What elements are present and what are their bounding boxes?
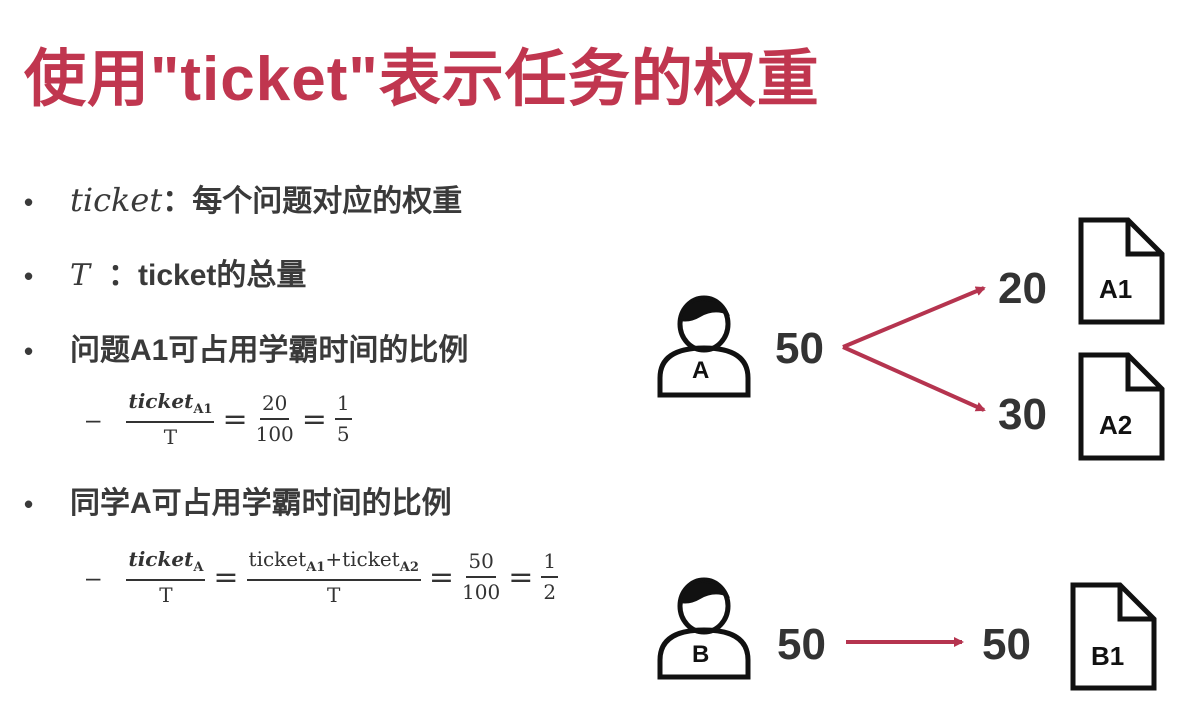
- document-b1-icon: [1070, 582, 1157, 691]
- document-a1-icon: [1078, 217, 1165, 325]
- task-a1-label: A1: [1099, 274, 1133, 304]
- person-b-value: 50: [777, 620, 826, 669]
- task-a2-value: 30: [998, 390, 1047, 439]
- task-a2-label: A2: [1099, 410, 1133, 440]
- task-a1-value: 20: [998, 264, 1047, 313]
- arrow-a-to-a1: [842, 286, 986, 349]
- arrow-a-to-a2: [842, 345, 986, 412]
- task-b1-label: B1: [1091, 641, 1125, 671]
- ticket-diagram: [657, 217, 1165, 691]
- person-a-label: A: [692, 357, 710, 384]
- person-b-label: B: [692, 641, 710, 668]
- document-a2-icon: [1078, 352, 1165, 461]
- task-b1-value: 50: [982, 620, 1031, 669]
- person-a-value: 50: [775, 324, 824, 373]
